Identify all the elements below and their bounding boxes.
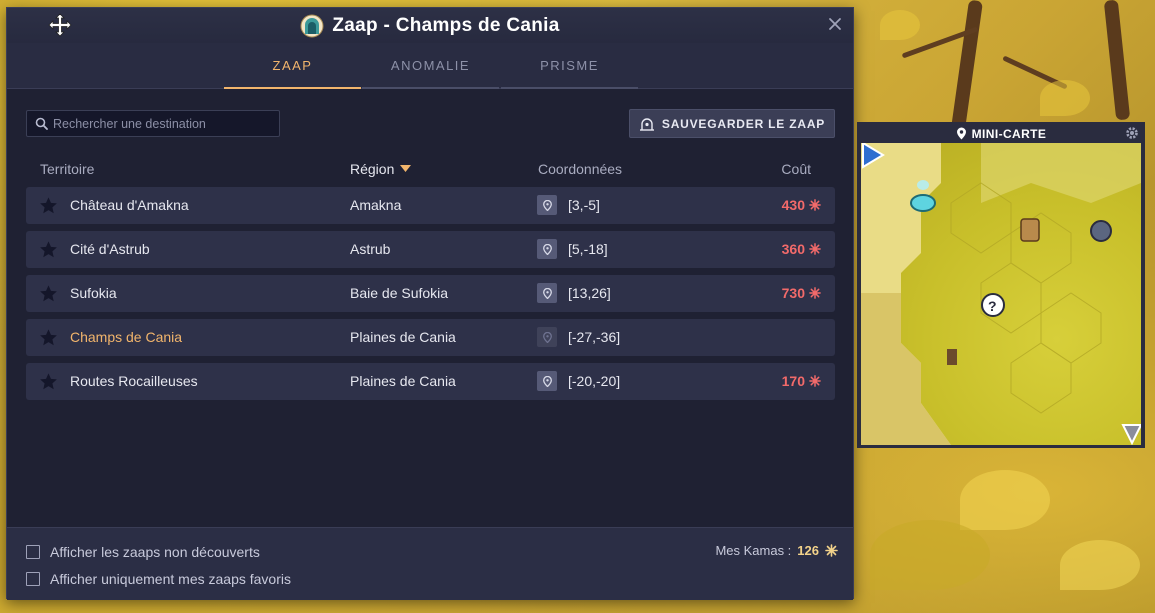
row-territory: Routes Rocailleuses — [70, 373, 198, 389]
save-zaap-label: SAUVEGARDER LE ZAAP — [661, 116, 826, 131]
zaap-row[interactable]: Champs de Cania Plaines de Cania [-27,-3… — [26, 319, 835, 356]
zaap-row[interactable]: Sufokia Baie de Sufokia [13,26] 730 — [26, 275, 835, 312]
map-pin-icon[interactable] — [537, 195, 557, 215]
star-icon[interactable] — [39, 196, 58, 215]
col-cost[interactable]: Coût — [781, 161, 811, 177]
map-pin-icon[interactable] — [537, 371, 557, 391]
search-box[interactable] — [26, 110, 280, 137]
kamas-icon — [809, 375, 821, 387]
zaap-row[interactable]: Routes Rocailleuses Plaines de Cania [-2… — [26, 363, 835, 400]
favorites-label: Afficher uniquement mes zaaps favoris — [50, 571, 291, 587]
row-territory: Cité d'Astrub — [70, 241, 150, 257]
star-icon[interactable] — [39, 284, 58, 303]
map-pin-icon — [956, 127, 966, 140]
col-coords[interactable]: Coordonnées — [538, 161, 622, 177]
favorites-checkbox[interactable] — [26, 572, 40, 586]
row-coords: [-20,-20] — [568, 373, 621, 389]
row-coords: [13,26] — [568, 285, 611, 301]
window-footer: Afficher les zaaps non découverts Affich… — [7, 527, 853, 600]
map-pin-icon[interactable] — [537, 327, 557, 347]
kamas-icon — [809, 287, 821, 299]
row-coords: [5,-18] — [568, 241, 608, 257]
window-title: Zaap - Champs de Cania — [332, 14, 560, 36]
row-territory: Champs de Cania — [70, 329, 183, 345]
kamas-label: Mes Kamas : — [715, 543, 792, 558]
gear-icon[interactable] — [1125, 126, 1139, 140]
kamas-value: 126 — [797, 543, 819, 558]
col-region-label: Région — [350, 161, 395, 177]
table-header: Territoire Région Coordonnées Coût — [7, 161, 853, 181]
save-zaap-button[interactable]: SAUVEGARDER LE ZAAP — [629, 109, 835, 138]
search-input[interactable] — [53, 116, 273, 131]
col-region[interactable]: Région — [350, 161, 412, 177]
favorites-toggle[interactable]: Afficher uniquement mes zaaps favoris — [26, 571, 291, 587]
zaap-row[interactable]: Cité d'Astrub Astrub [5,-18] 360 — [26, 231, 835, 268]
zaap-icon — [300, 14, 324, 37]
row-cost: 170 — [782, 373, 821, 389]
star-icon[interactable] — [39, 328, 58, 347]
zaap-save-icon — [639, 117, 654, 131]
col-territory[interactable]: Territoire — [40, 161, 94, 177]
kamas-balance: Mes Kamas : 126 — [715, 543, 838, 558]
tab-bar: ZAAP ANOMALIE PRISME — [7, 43, 853, 89]
row-cost: 360 — [782, 241, 821, 257]
row-region: Baie de Sufokia — [350, 285, 449, 301]
undiscovered-checkbox[interactable] — [26, 545, 40, 559]
row-coords: [3,-5] — [568, 197, 600, 213]
star-icon[interactable] — [39, 372, 58, 391]
map-pin-icon[interactable] — [537, 239, 557, 259]
minimap[interactable]: MINI-CARTE ? — [857, 122, 1145, 448]
minimap-terrain: ? — [861, 143, 1141, 445]
zaap-window: Zaap - Champs de Cania ZAAP ANOMALIE PRI… — [6, 7, 854, 600]
tab-prisme[interactable]: PRISME — [501, 43, 638, 89]
row-cost-value: 730 — [781, 285, 805, 301]
map-pin-icon[interactable] — [537, 283, 557, 303]
minimap-view[interactable]: ? — [861, 143, 1141, 445]
move-icon[interactable] — [47, 12, 73, 38]
window-titlebar[interactable]: Zaap - Champs de Cania — [7, 8, 853, 43]
row-region: Amakna — [350, 197, 402, 213]
row-cost-value: 360 — [781, 241, 805, 257]
kamas-icon — [809, 199, 821, 211]
kamas-icon — [825, 544, 838, 557]
row-cost: 730 — [782, 285, 821, 301]
tab-anomalie[interactable]: ANOMALIE — [362, 43, 499, 89]
kamas-icon — [809, 243, 821, 255]
star-icon[interactable] — [39, 240, 58, 259]
search-icon — [35, 117, 48, 130]
row-cost-value: 170 — [781, 373, 805, 389]
svg-text:?: ? — [988, 298, 997, 314]
close-icon[interactable] — [827, 16, 843, 32]
sort-arrow-icon — [400, 165, 412, 172]
row-region: Astrub — [350, 241, 391, 257]
zaap-row[interactable]: Château d'Amakna Amakna [3,-5] 430 — [26, 187, 835, 224]
row-region: Plaines de Cania — [350, 329, 456, 345]
tab-zaap[interactable]: ZAAP — [224, 43, 361, 89]
row-coords: [-27,-36] — [568, 329, 621, 345]
undiscovered-toggle[interactable]: Afficher les zaaps non découverts — [26, 544, 260, 560]
minimap-header: MINI-CARTE — [859, 124, 1143, 143]
undiscovered-label: Afficher les zaaps non découverts — [50, 544, 260, 560]
row-territory: Sufokia — [70, 285, 117, 301]
minimap-title: MINI-CARTE — [971, 126, 1047, 141]
row-territory: Château d'Amakna — [70, 197, 189, 213]
row-region: Plaines de Cania — [350, 373, 456, 389]
row-cost-value: 430 — [781, 197, 805, 213]
row-cost: 430 — [782, 197, 821, 213]
